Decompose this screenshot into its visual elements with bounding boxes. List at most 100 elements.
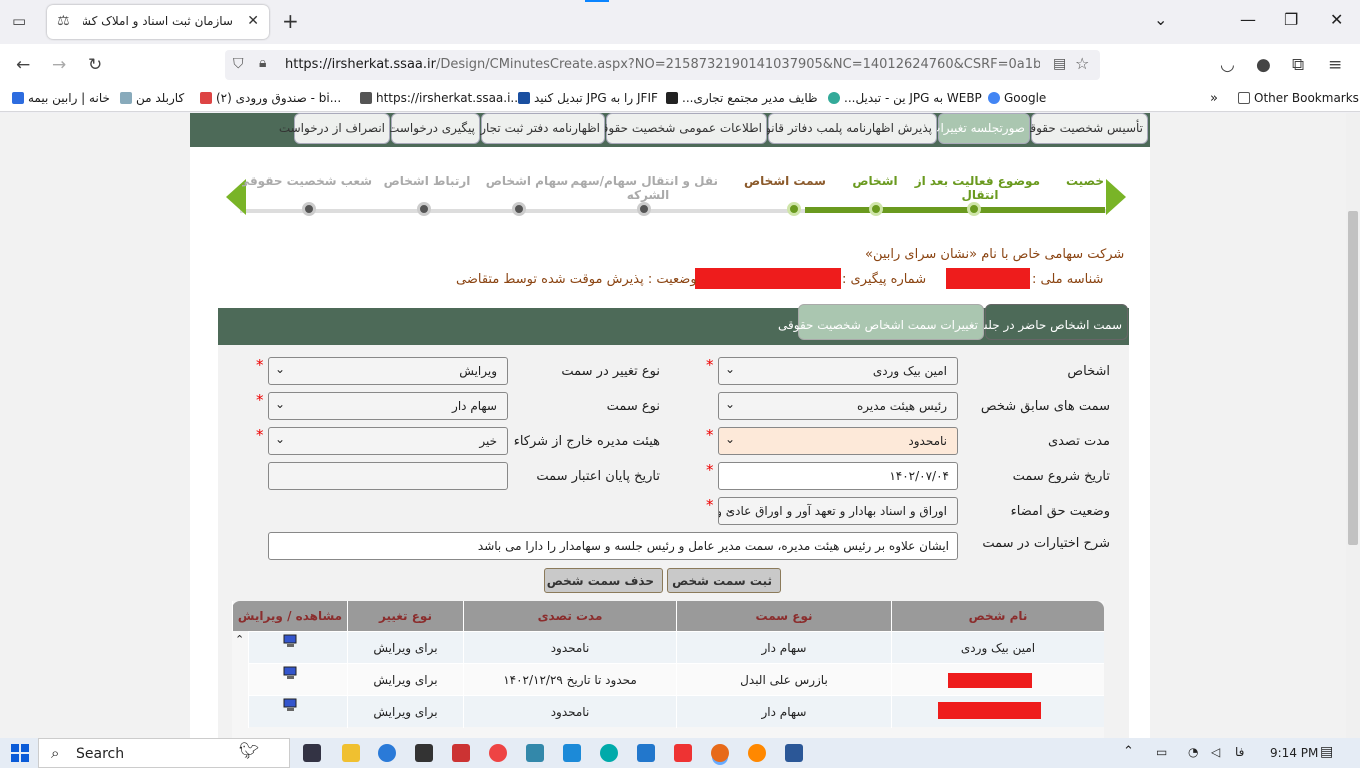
app-icon[interactable] bbox=[748, 744, 766, 762]
bookmark-star-icon[interactable]: ☆ bbox=[1075, 54, 1089, 73]
reader-view-icon[interactable]: ▤ bbox=[1053, 56, 1066, 72]
col-header[interactable]: نام شخص bbox=[891, 601, 1104, 631]
edge-icon[interactable] bbox=[600, 744, 618, 762]
new-tab-icon[interactable]: + bbox=[282, 9, 299, 33]
wizard-step-current[interactable]: سمت اشخاص bbox=[740, 174, 830, 188]
tab-list-icon[interactable]: ⌄ bbox=[1154, 10, 1167, 29]
windows-start-icon[interactable] bbox=[11, 744, 29, 765]
app-icon[interactable] bbox=[526, 744, 544, 762]
firefox-icon[interactable] bbox=[711, 744, 729, 762]
app-icon[interactable] bbox=[637, 744, 655, 762]
pocket-icon[interactable]: ◡ bbox=[1220, 55, 1235, 75]
col-header[interactable]: نوع تغییر bbox=[347, 601, 463, 631]
wizard-next-icon[interactable] bbox=[1106, 179, 1126, 215]
tray-up-icon[interactable]: ⌃ bbox=[1123, 744, 1134, 759]
tab-present-persons[interactable]: سمت اشخاص حاضر در جلسه bbox=[971, 304, 1128, 340]
forward-icon[interactable]: → bbox=[52, 55, 66, 75]
edit-computer-icon[interactable] bbox=[283, 698, 299, 711]
menu-item[interactable]: پیگیری درخواست bbox=[388, 113, 480, 144]
wizard-step[interactable]: ارتباط اشخاص bbox=[382, 174, 472, 188]
signature-select[interactable]: اوراق و اسناد بهادار و تعهد آور و اوراق … bbox=[718, 497, 958, 525]
bookmark-item[interactable]: (۲) صندوق ورودی - bi... bbox=[200, 91, 341, 105]
account-icon[interactable]: ● bbox=[1256, 55, 1271, 75]
wizard-step[interactable]: اشخاص bbox=[840, 174, 910, 188]
menu-item[interactable]: انصراف از درخواست bbox=[279, 113, 390, 144]
scroll-thumb[interactable] bbox=[1348, 211, 1358, 545]
bookmark-item[interactable]: ...ین - تبدیل JPG به WEBP bbox=[828, 91, 982, 105]
table-row[interactable]: امین بیک وردی سهام دار نامحدود برای ویرا… bbox=[248, 631, 1104, 664]
close-tab-icon[interactable]: ✕ bbox=[247, 13, 259, 29]
app-icon[interactable] bbox=[674, 744, 692, 762]
bookmark-item[interactable]: Google bbox=[988, 91, 1046, 105]
app-icon[interactable] bbox=[415, 744, 433, 762]
file-explorer-icon[interactable] bbox=[342, 744, 360, 762]
chevron-down-icon: ⌄ bbox=[725, 502, 736, 516]
change-type-select[interactable]: ویرایش ⌄ bbox=[268, 357, 508, 385]
volume-icon[interactable]: ◁ bbox=[1211, 745, 1220, 759]
extensions-icon[interactable]: ⧉ bbox=[1292, 55, 1304, 75]
scroll-up-icon[interactable]: ⌃ bbox=[235, 633, 244, 646]
battery-icon[interactable]: ▭ bbox=[1156, 745, 1167, 759]
delete-role-button[interactable]: حذف سمت شخص bbox=[544, 568, 663, 593]
end-date-input[interactable] bbox=[268, 462, 508, 490]
chrome-icon[interactable] bbox=[489, 744, 507, 762]
wizard-step[interactable]: نقل و انتقال سهام/سهم الشركه bbox=[571, 174, 718, 202]
menu-item[interactable]: پذیرش اظهارنامه پلمب دفاتر قانونی bbox=[752, 113, 937, 144]
browser-tab[interactable]: ⚖ سازمان ثبت اسناد و املاک کشور ✕ bbox=[47, 5, 269, 39]
reload-icon[interactable]: ↻ bbox=[88, 55, 102, 75]
language-indicator[interactable]: فا bbox=[1235, 745, 1244, 759]
table-row[interactable]: سهام دار نامحدود برای ویرایش bbox=[248, 695, 1104, 728]
menu-item[interactable]: تأسیس شخصیت حقوقی bbox=[1020, 113, 1148, 144]
tab-role-changes[interactable]: تغییرات سمت اشخاص شخصیت حقوقی bbox=[778, 304, 984, 340]
task-view-icon[interactable] bbox=[303, 744, 321, 762]
col-header[interactable]: مشاهده / ویرایش bbox=[232, 601, 347, 631]
clock[interactable]: 9:14 PM bbox=[1270, 746, 1318, 760]
description-input[interactable]: ایشان علاوه بر رئیس هیئت مدیره، سمت مدیر… bbox=[268, 532, 958, 560]
app-icon[interactable] bbox=[452, 744, 470, 762]
word-icon[interactable] bbox=[785, 744, 803, 762]
wifi-icon[interactable]: ◔ bbox=[1188, 745, 1198, 759]
taskbar-search[interactable]: ⌕ Search 🐦︎ bbox=[38, 738, 290, 768]
start-date-input[interactable]: ۱۴۰۲/۰۷/۰۴ bbox=[718, 462, 958, 490]
outside-board-select[interactable]: خیر ⌄ bbox=[268, 427, 508, 455]
notifications-icon[interactable]: ▤ bbox=[1320, 744, 1333, 760]
bookmark-item[interactable]: https://irsherkat.ssaa.i... bbox=[360, 91, 522, 105]
wizard-step[interactable]: خصیت bbox=[1065, 174, 1105, 188]
menu-item[interactable]: اظهارنامه دفتر ثبت تجارتی bbox=[467, 113, 605, 144]
more-bookmarks-icon[interactable]: » bbox=[1210, 91, 1218, 106]
edit-computer-icon[interactable] bbox=[283, 634, 299, 647]
shield-icon[interactable]: ⛉ bbox=[233, 56, 244, 72]
menu-item-active[interactable]: صورتجلسه تغییرات bbox=[929, 113, 1030, 144]
page-scrollbar[interactable] bbox=[1346, 113, 1360, 738]
col-header[interactable]: نوع سمت bbox=[676, 601, 891, 631]
bookmark-item[interactable]: خانه | رابین بیمه bbox=[12, 91, 110, 105]
menu-item[interactable]: اطلاعات عمومی شخصیت حقوقی bbox=[593, 113, 767, 144]
wizard-step[interactable]: موضوع فعالیت بعد از انتقال bbox=[915, 174, 1040, 202]
wizard-step[interactable]: سهام اشخاص bbox=[482, 174, 572, 188]
bookmark-item[interactable]: تبدیل کنید JPG را به JFIF bbox=[518, 91, 658, 105]
close-window-icon[interactable]: ✕ bbox=[1330, 10, 1343, 29]
minimize-icon[interactable]: — bbox=[1240, 10, 1256, 29]
bookmark-item[interactable]: ...ظایف مدیر مجتمع تجاری bbox=[666, 91, 818, 105]
app-icon[interactable] bbox=[563, 744, 581, 762]
wizard-step[interactable]: شعب شخصیت حقوقی و bbox=[242, 174, 372, 188]
url-bar[interactable]: ⛉ 🔒︎ https://irsherkat.ssaa.ir/Design/CM… bbox=[225, 50, 1100, 80]
other-bookmarks[interactable]: Other Bookmarks bbox=[1238, 91, 1359, 105]
edit-computer-icon[interactable] bbox=[283, 666, 299, 679]
menu-icon[interactable]: ≡ bbox=[1328, 55, 1342, 75]
prev-roles-select[interactable]: رئیس هیئت مدیره ⌄ bbox=[718, 392, 958, 420]
back-icon[interactable]: ← bbox=[16, 55, 30, 75]
bookmark-item[interactable]: کاربلد من bbox=[120, 91, 184, 105]
lock-icon[interactable]: 🔒︎ bbox=[259, 55, 266, 71]
col-header[interactable]: مدت تصدی bbox=[463, 601, 676, 631]
save-role-button[interactable]: ثبت سمت شخص bbox=[667, 568, 781, 593]
maximize-icon[interactable]: ❐ bbox=[1284, 10, 1298, 29]
redacted-box bbox=[946, 268, 1030, 289]
tab-bar: ▭ ⚖ سازمان ثبت اسناد و املاک کشور ✕ + ⌄ … bbox=[0, 0, 1360, 44]
ie-icon[interactable] bbox=[378, 744, 396, 762]
role-type-select[interactable]: سهام دار ⌄ bbox=[268, 392, 508, 420]
table-row[interactable]: بازرس علی البدل محدود تا تاریخ ۱۴۰۲/۱۲/۲… bbox=[248, 663, 1104, 696]
tenure-select[interactable]: نامحدود ⌄ bbox=[718, 427, 958, 455]
person-select[interactable]: امین بیک وردی ⌄ bbox=[718, 357, 958, 385]
tab-overview-icon[interactable]: ▭ bbox=[12, 12, 26, 30]
